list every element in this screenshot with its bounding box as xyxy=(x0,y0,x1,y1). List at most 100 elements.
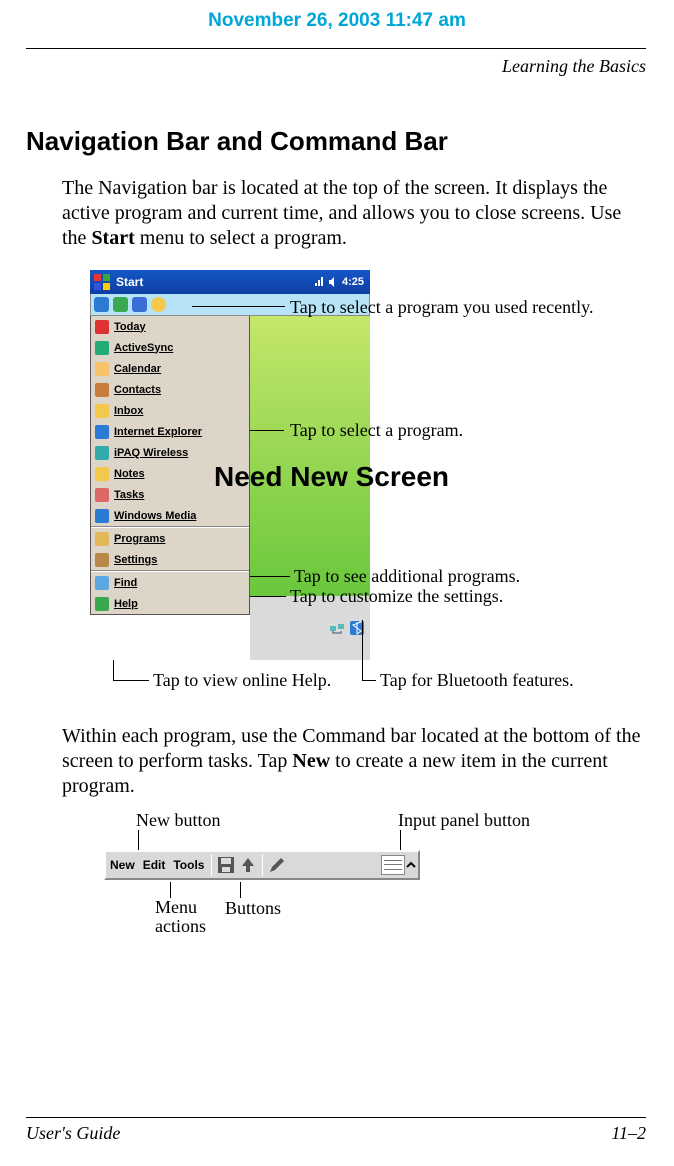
callout-line xyxy=(240,882,241,898)
overlay-need-new-screen: Need New Screen xyxy=(214,461,449,493)
cmd-new[interactable]: New xyxy=(106,858,139,872)
menu-item-label: iPAQ Wireless xyxy=(114,447,188,459)
input-panel-button[interactable] xyxy=(381,855,405,875)
menu-item-label: Find xyxy=(114,577,137,589)
recent-icon xyxy=(94,297,109,312)
menu-item[interactable]: Help xyxy=(91,593,249,614)
menu-item-icon xyxy=(95,532,109,546)
toolbar-separator xyxy=(262,854,263,876)
menu-item-icon xyxy=(95,341,109,355)
menu-item-label: Windows Media xyxy=(114,510,196,522)
windows-flag-icon xyxy=(93,273,111,291)
menu-item-icon xyxy=(95,553,109,567)
draft-timestamp: November 26, 2003 11:47 am xyxy=(0,10,674,32)
callout-line xyxy=(170,882,171,898)
cmd-tools[interactable]: Tools xyxy=(169,858,208,872)
footer-left: User's Guide xyxy=(26,1123,120,1144)
menu-item-icon xyxy=(95,488,109,502)
callout-line xyxy=(362,620,363,680)
menu-item-label: Settings xyxy=(114,554,157,566)
page-title: Navigation Bar and Command Bar xyxy=(26,126,448,157)
chevron-up-icon[interactable] xyxy=(406,856,416,874)
menu-item[interactable]: Today xyxy=(91,316,249,337)
figure-command-bar: New Edit Tools xyxy=(104,850,420,880)
callout-line xyxy=(362,680,376,681)
label-buttons: Buttons xyxy=(225,898,281,919)
intro-text-b: menu to select a program. xyxy=(135,227,347,249)
menu-item[interactable]: Programs xyxy=(91,528,249,549)
callout-line xyxy=(400,830,401,850)
callout-settings: Tap to customize the settings. xyxy=(290,586,503,607)
menu-item-icon xyxy=(95,446,109,460)
menu-item-icon xyxy=(95,576,109,590)
callout-line xyxy=(250,596,286,597)
p2-bold: New xyxy=(292,750,330,772)
signal-icon xyxy=(314,277,324,287)
menu-item-label: Tasks xyxy=(114,489,144,501)
command-bar-paragraph: Within each program, use the Command bar… xyxy=(62,724,644,799)
label-menu-a: Menu xyxy=(155,897,197,917)
menu-item[interactable]: Inbox xyxy=(91,400,249,421)
menu-item-icon xyxy=(95,597,109,611)
callout-line xyxy=(192,306,280,307)
menu-item[interactable]: Contacts xyxy=(91,379,249,400)
label-menu-actions: Menu actions xyxy=(155,898,206,936)
section-label: Learning the Basics xyxy=(502,56,646,77)
cmd-edit[interactable]: Edit xyxy=(139,858,170,872)
menu-item-label: Notes xyxy=(114,468,145,480)
status-area: 4:25 xyxy=(314,276,370,288)
rule-top xyxy=(26,48,646,49)
menu-item-label: Internet Explorer xyxy=(114,426,202,438)
toolbar-separator xyxy=(211,854,212,876)
callout-program: Tap to select a program. xyxy=(290,420,463,441)
rule-bottom xyxy=(26,1117,646,1118)
label-input-panel: Input panel button xyxy=(398,810,530,831)
pencil-icon[interactable] xyxy=(268,856,286,874)
menu-item-label: Contacts xyxy=(114,384,161,396)
menu-item-icon xyxy=(95,467,109,481)
recent-icon xyxy=(113,297,128,312)
menu-item[interactable]: Internet Explorer xyxy=(91,421,249,442)
start-label[interactable]: Start xyxy=(116,275,143,289)
callout-recent: Tap to select a program you used recentl… xyxy=(290,297,593,318)
label-new-button: New button xyxy=(136,810,221,831)
menu-item-label: Programs xyxy=(114,533,165,545)
menu-item[interactable]: ActiveSync xyxy=(91,337,249,358)
menu-item-label: Calendar xyxy=(114,363,161,375)
arrow-up-icon[interactable] xyxy=(239,856,257,874)
callout-line xyxy=(280,306,285,307)
recent-icon xyxy=(132,297,147,312)
menu-item[interactable]: Find xyxy=(91,572,249,593)
menu-item[interactable]: Settings xyxy=(91,549,249,570)
label-menu-b: actions xyxy=(155,916,206,936)
callout-line xyxy=(113,680,149,681)
menu-item[interactable]: Calendar xyxy=(91,358,249,379)
menu-item-icon xyxy=(95,404,109,418)
menu-item-label: Help xyxy=(114,598,138,610)
callout-line xyxy=(138,830,139,850)
menu-item[interactable]: iPAQ Wireless xyxy=(91,442,249,463)
callout-help: Tap to view online Help. xyxy=(153,670,331,691)
menu-item-label: Today xyxy=(114,321,146,333)
callout-line xyxy=(250,576,290,577)
callout-line xyxy=(113,660,114,680)
menu-item-label: Inbox xyxy=(114,405,143,417)
callout-more: Tap to see additional programs. xyxy=(294,566,520,587)
menu-item-icon xyxy=(95,383,109,397)
callout-bluetooth: Tap for Bluetooth features. xyxy=(380,670,574,691)
network-icon xyxy=(330,621,344,635)
footer-right: 11–2 xyxy=(611,1123,646,1144)
menu-item-label: ActiveSync xyxy=(114,342,173,354)
floppy-icon[interactable] xyxy=(217,856,235,874)
menu-item[interactable]: Windows Media xyxy=(91,505,249,526)
menu-item-icon xyxy=(95,320,109,334)
callout-line xyxy=(250,430,284,431)
speaker-icon xyxy=(328,277,338,287)
clock-time: 4:25 xyxy=(342,276,364,288)
recent-icon xyxy=(151,297,166,312)
menu-item-icon xyxy=(95,509,109,523)
intro-paragraph: The Navigation bar is located at the top… xyxy=(62,176,644,251)
nav-bar: Start 4:25 xyxy=(90,270,370,294)
menu-item-icon xyxy=(95,362,109,376)
menu-item-icon xyxy=(95,425,109,439)
